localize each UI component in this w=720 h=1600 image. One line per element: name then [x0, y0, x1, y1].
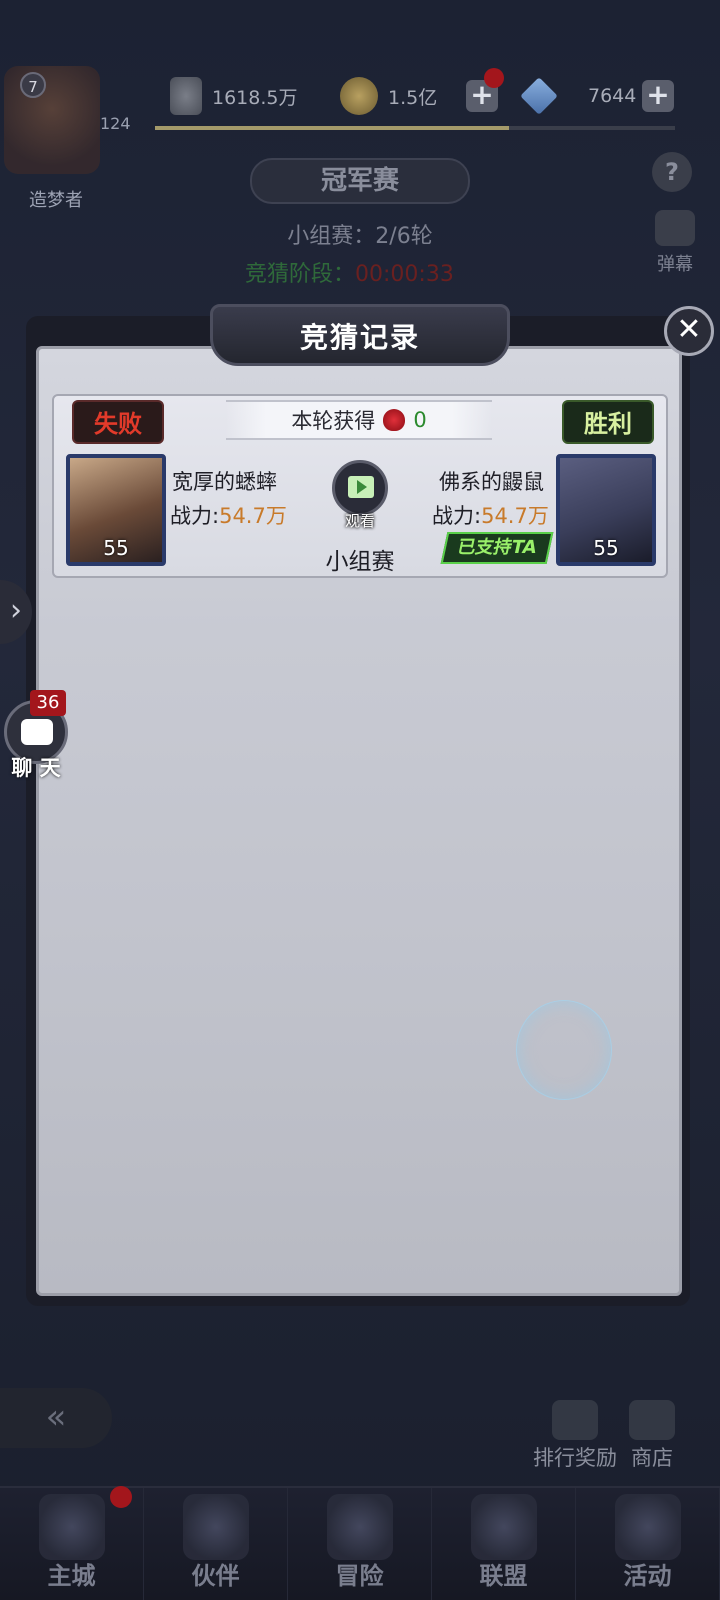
castle-icon — [38, 1494, 105, 1560]
player-nickname: 造梦者 — [29, 190, 83, 211]
player-level-badge: 7 — [20, 72, 46, 98]
shop-icon — [629, 1400, 675, 1440]
nav-partners[interactable]: 伙伴 — [144, 1488, 288, 1600]
win-tag: 胜利 — [562, 400, 654, 444]
left-player-level: 55 — [103, 536, 129, 560]
chat-label[interactable]: 聊 天 — [6, 752, 66, 782]
player-exp-text: 124 — [100, 114, 131, 133]
nav-label: 活动 — [623, 1561, 672, 1590]
watch-label[interactable]: 观看 — [332, 510, 388, 531]
cards-icon — [614, 1494, 681, 1560]
nav-label: 联盟 — [479, 1561, 528, 1590]
play-icon — [357, 480, 367, 494]
danmu-label: 弹幕 — [657, 254, 693, 275]
reward-label: 本轮获得 — [291, 409, 376, 433]
stage-text: 竞猜阶段：00:00:33 — [245, 256, 454, 288]
add-gem-button[interactable]: + — [642, 80, 674, 112]
danmu-button[interactable]: 弹幕 — [640, 210, 710, 276]
right-power-label: 战力: — [432, 504, 482, 528]
round-reward-bar: 本轮获得 0 — [226, 400, 492, 440]
close-button[interactable]: ✕ — [664, 306, 714, 356]
stage-label: 竞猜阶段： — [245, 262, 356, 287]
right-player-portrait[interactable]: 55 — [556, 454, 656, 566]
danmu-icon — [655, 210, 695, 246]
sword-icon — [170, 77, 202, 115]
sparkle-effect — [516, 1000, 612, 1100]
nav-label: 伙伴 — [191, 1561, 240, 1590]
exp-progress-fill — [155, 126, 509, 130]
right-player-power: 战力:54.7万 — [432, 500, 549, 530]
modal-title: 竞猜记录 — [299, 321, 420, 354]
gem-display: 7644 — [520, 76, 636, 116]
left-power-label: 战力: — [170, 504, 220, 528]
chat-unread-badge: 36 — [30, 690, 66, 716]
shop-label: 商店 — [631, 1446, 673, 1470]
gem-value: 7644 — [588, 85, 637, 107]
gold-value: 1.5亿 — [388, 86, 438, 109]
gold-notification-dot — [484, 68, 504, 88]
player-avatar[interactable] — [4, 66, 100, 174]
bottom-nav: 主城 伙伴 冒险 联盟 活动 — [0, 1486, 720, 1600]
diamond-icon — [520, 77, 558, 115]
nav-events[interactable]: 活动 — [576, 1488, 720, 1600]
trophy-icon — [552, 1400, 598, 1440]
gold-display: 1.5亿 — [340, 76, 437, 116]
right-player-level: 55 — [593, 536, 619, 560]
nav-alliance[interactable]: 联盟 — [432, 1488, 576, 1600]
power-display: 1618.5万 — [170, 76, 297, 116]
help-button[interactable]: ? — [652, 152, 692, 192]
shop-button[interactable]: 商店 — [622, 1400, 682, 1472]
match-type: 小组赛 — [325, 549, 395, 575]
right-player-name: 佛系的鼹鼠 — [439, 470, 544, 494]
stage-timer: 00:00:33 — [355, 262, 454, 287]
back-button[interactable]: « — [0, 1388, 112, 1448]
coin-icon — [340, 77, 378, 115]
left-player-name: 宽厚的蟋蟀 — [172, 470, 277, 494]
exp-progress-bar — [155, 126, 675, 130]
nav-adventure[interactable]: 冒险 — [288, 1488, 432, 1600]
shield-icon — [470, 1494, 537, 1560]
compass-icon — [326, 1494, 393, 1560]
nav-label: 主城 — [47, 1561, 96, 1590]
reward-value: 0 — [413, 408, 427, 432]
rose-icon — [383, 409, 406, 431]
left-player-power: 战力:54.7万 — [170, 500, 287, 530]
rank-reward-label: 排行奖励 — [533, 1446, 617, 1470]
hat-icon — [182, 1494, 249, 1560]
page-title: 冠军赛 — [250, 158, 470, 204]
left-player-portrait[interactable]: 55 — [66, 454, 166, 566]
left-power-value: 54.7万 — [219, 504, 287, 528]
rank-reward-button[interactable]: 排行奖励 — [530, 1400, 620, 1472]
chat-bubble-icon — [21, 719, 53, 745]
lose-tag: 失败 — [72, 400, 164, 444]
supported-badge: 已支持TA — [440, 532, 554, 564]
right-power-value: 54.7万 — [481, 504, 549, 528]
watch-replay-button[interactable] — [332, 460, 388, 516]
nav-notification-dot — [110, 1486, 132, 1508]
power-value: 1618.5万 — [212, 86, 298, 109]
round-text: 小组赛：2/6轮 — [287, 224, 433, 249]
nav-label: 冒险 — [335, 1561, 384, 1590]
